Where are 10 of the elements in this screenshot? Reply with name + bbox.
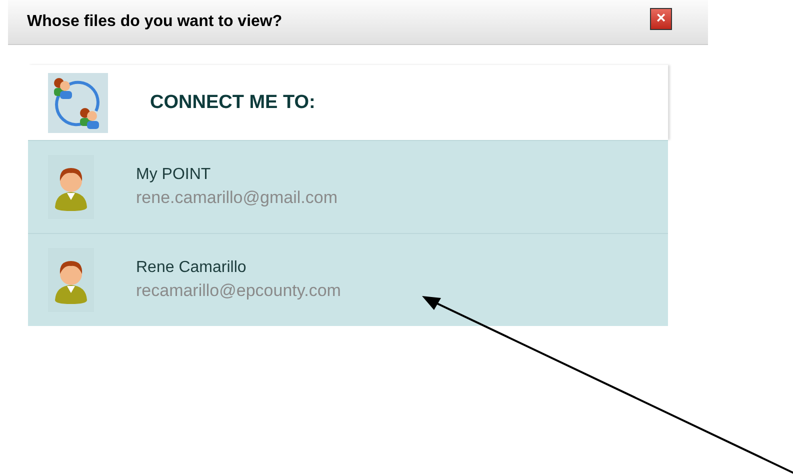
window-title: Whose files do you want to view? [27, 13, 282, 31]
account-item[interactable]: My POINT rene.camarillo@gmail.com [28, 140, 668, 233]
account-email: recamarillo@epcounty.com [136, 281, 341, 301]
account-name: Rene Camarillo [136, 259, 248, 277]
connect-people-icon [48, 72, 108, 132]
panel-heading: CONNECT ME TO: [150, 92, 316, 114]
account-name: My POINT [136, 166, 212, 184]
account-item[interactable]: Rene Camarillo recamarillo@epcounty.com [28, 233, 668, 326]
close-button[interactable]: × [650, 8, 672, 30]
account-email: rene.camarillo@gmail.com [136, 188, 338, 208]
